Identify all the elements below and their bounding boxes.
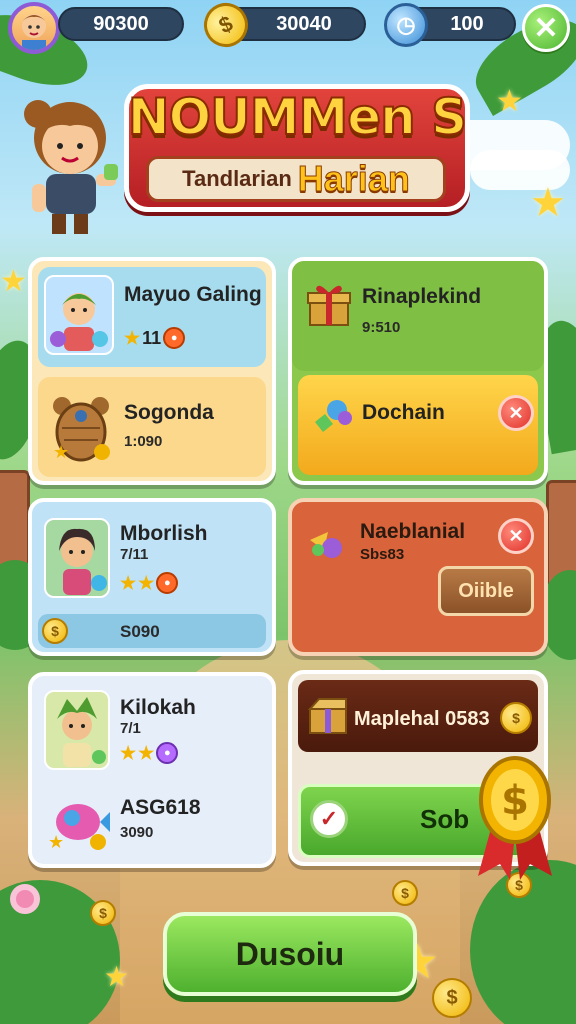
footer-value: S090 [120,622,160,641]
coin-icon: $ [500,702,532,734]
timer-icon: ◷ [384,3,428,47]
star-icon: ★ [120,572,137,593]
coin-icon: $ [432,978,472,1018]
task-value: 9:510 [362,319,401,336]
reward-value: 1:090 [124,433,163,450]
task-card-5[interactable]: Kilokah 7/1 ★ ★ ● ★ ASG618 3090 [28,672,276,868]
star-rating: ★ 11 ● [124,327,186,349]
task-name: Mayuo Galing [124,283,262,306]
checkmark-icon: ✓ [310,800,348,838]
star-icon: ★ [0,265,27,298]
subtitle-plate: Tandlarian Harian [146,156,446,202]
star-icon: ★ [104,961,130,992]
subtitle-text-b: Harian [297,158,410,200]
task-label: Maplehal 0583 [354,708,490,730]
character-icon [59,528,107,595]
top-bar: 90300 30040 $ 100 ◷ ✕ [0,0,576,56]
currency-2-value: 30040 [276,12,332,35]
task-card-2[interactable]: Rinaplekind 9:510 Dochain ✕ [288,257,548,485]
page-title: NOUMMen S [127,87,468,147]
character-thumbnail [44,518,110,598]
reward-coin-icon: ● [156,572,179,594]
candy-icon [308,391,356,439]
svg-text:$: $ [501,778,529,824]
task-card-1[interactable]: Mayuo Galing ★ 11 ● ★ Sogonda 1:090 [28,257,276,485]
fish-toy-icon: ★ [44,786,114,856]
task-progress: 7/11 [120,546,149,563]
dismiss-button[interactable]: ✕ [498,395,534,431]
dismiss-button[interactable]: ✕ [498,518,534,554]
star-icon: ★ [138,742,155,763]
mascot-character [18,88,122,238]
currency-1-value: 90300 [93,12,149,35]
flower [10,884,40,914]
candy-icon [304,518,354,568]
claim-label: Sob [420,804,470,834]
player-avatar[interactable] [8,2,60,54]
gold-medal-icon: $ [470,752,560,882]
reward-coin-icon: ● [163,327,186,349]
coin-icon: $ [392,880,418,906]
coin-icon: $ [90,900,116,926]
avatar-face-icon [20,14,48,50]
bag-icon: ★ [48,389,114,465]
task-name: Rinaplekind [362,285,482,308]
reward-name: Dochain [362,401,445,424]
task-name: Naeblanial [360,520,466,543]
reward-value: 3090 [120,824,154,841]
svg-text:★: ★ [48,832,64,852]
close-button[interactable]: ✕ [522,4,570,52]
currency-1-pill: 90300 [58,7,184,41]
currency-3-value: 100 [450,12,484,35]
star-count: 11 [142,327,162,348]
reward-name: Sogonda [124,401,214,424]
subtitle-text-a: Tandlarian [182,166,292,191]
main-action-button[interactable]: Dusoiu [163,912,417,996]
coin-icon: $ [42,618,68,644]
task-value: Sbs83 [360,546,405,563]
star-icon: ★ [138,572,155,593]
claim-button[interactable]: Oiible [438,566,534,616]
task-card-4[interactable]: Naeblanial Sbs83 ✕ Oiible [288,498,548,656]
character-icon [50,293,108,351]
reward-gem-icon: ● [156,742,179,764]
star-icon: ★ [120,742,137,763]
star-icon: ★ [530,181,566,225]
svg-text:★: ★ [53,442,69,462]
task-progress: 7/1 [120,720,141,737]
star-rating: ★ ★ ● [120,572,179,594]
character-icon [57,697,106,767]
treasure-box-icon [306,694,350,738]
task-card-3[interactable]: Mborlish 7/11 ★ ★ ● $ S090 [28,498,276,656]
task-name: Mborlish [120,522,208,545]
title-banner: NOUMMen S Tandlarian Harian [112,74,482,224]
star-icon: ★ [124,327,141,348]
gift-box-icon [304,279,354,329]
star-icon: ★ [496,85,523,118]
character-thumbnail [44,690,110,770]
task-name: Kilokah [120,696,196,719]
reward-name: ASG618 [120,796,201,819]
star-rating: ★ ★ ● [120,742,179,764]
character-thumbnail [44,275,114,355]
